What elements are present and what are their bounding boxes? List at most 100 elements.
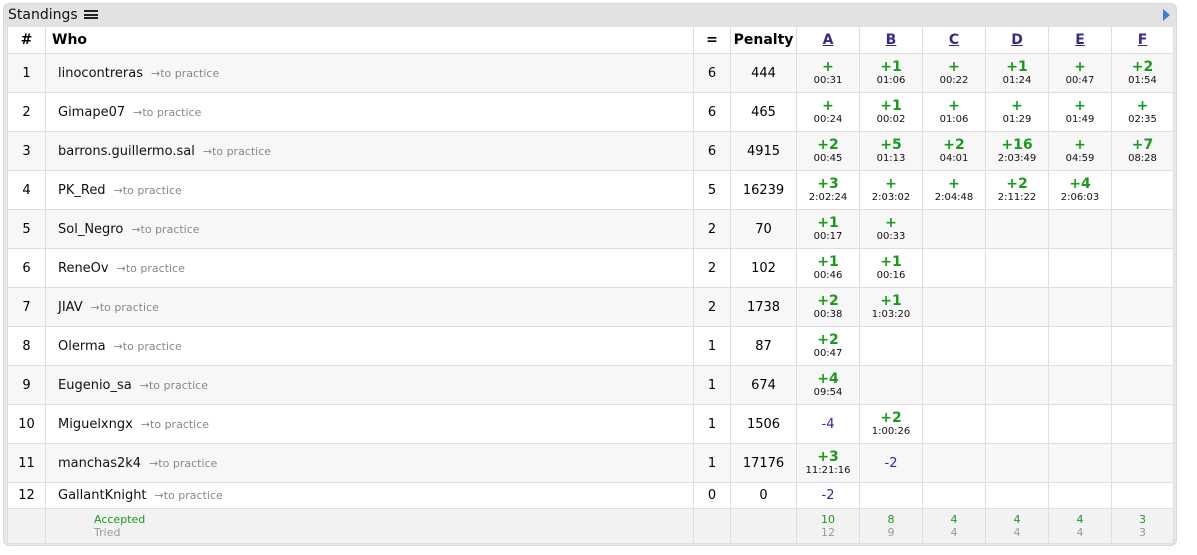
problem-e-link[interactable]: E [1075,32,1085,48]
problem-result-cell[interactable]: +1 00:46 [796,248,860,288]
problem-d-link[interactable]: D [1011,32,1023,48]
rank-cell: 6 [7,248,46,288]
problem-b-link[interactable]: B [886,32,897,48]
problem-result-cell[interactable]: +3 2:02:24 [796,170,860,210]
problem-result-cell[interactable]: +01:06 [922,92,986,132]
problem-result-cell[interactable]: +2 01:54 [1111,53,1174,93]
problem-result-cell [922,404,986,444]
problem-result-cell[interactable]: +00:22 [922,53,986,93]
problem-result-cell[interactable]: +00:47 [1048,53,1112,93]
solved-cell: 2 [693,209,731,249]
result-mark: +1 [880,58,902,75]
participant-name-link[interactable]: Olerma [58,339,106,354]
to-practice-link[interactable]: →to practice [151,67,219,80]
solved-cell: 6 [693,92,731,132]
participant-name-link[interactable]: Eugenio_sa [58,378,132,393]
penalty-cell: 17176 [730,443,797,483]
standings-row: 10 Miguelxngx →to practice 1 1506 -4 +2 1:00:26 [7,404,1174,444]
participant-name-link[interactable]: JIAV [58,300,83,315]
problem-result-cell[interactable]: +4 09:54 [796,365,860,405]
to-practice-link[interactable]: →to practice [131,223,199,236]
to-practice-link[interactable]: →to practice [114,340,182,353]
submit-time: 00:24 [813,113,843,125]
submit-time: 08:28 [1128,152,1157,164]
problem-result-cell[interactable]: +02:35 [1111,92,1174,132]
who-cell: JIAV →to practice [45,287,694,327]
problem-result-cell [1111,365,1174,405]
penalty-cell: 16239 [730,170,797,210]
problem-result-cell[interactable]: +1 1:03:20 [859,287,923,327]
problem-result-cell [922,326,986,366]
problem-result-cell[interactable]: +1 00:16 [859,248,923,288]
problem-result-cell[interactable]: +4 2:06:03 [1048,170,1112,210]
participant-name-link[interactable]: Sol_Negro [58,222,123,237]
to-practice-link[interactable]: →to practice [141,418,209,431]
problem-result-cell [1048,365,1112,405]
participant-name-link[interactable]: GallantKnight [58,488,147,503]
problem-result-cell[interactable]: +7 08:28 [1111,131,1174,171]
problem-result-cell [985,287,1049,327]
problem-result-cell[interactable]: +16 2:03:49 [985,131,1049,171]
problem-result-cell[interactable]: -2 [796,482,860,509]
problem-result-cell [1111,170,1174,210]
problem-result-cell[interactable]: +01:29 [985,92,1049,132]
participant-name-link[interactable]: PK_Red [58,183,106,198]
participant-name-link[interactable]: linocontreras [58,66,143,81]
problem-a-link[interactable]: A [823,32,834,48]
problem-result-cell[interactable]: +2 2:11:22 [985,170,1049,210]
problem-result-cell[interactable]: +2:03:02 [859,170,923,210]
participant-name-link[interactable]: manchas2k4 [58,456,141,471]
to-practice-link[interactable]: →to practice [91,301,159,314]
rank-cell: 8 [7,326,46,366]
problem-result-cell[interactable]: +2:04:48 [922,170,986,210]
problem-result-cell[interactable]: +1 00:17 [796,209,860,249]
penalty-cell: 0 [730,482,797,509]
to-practice-link[interactable]: →to practice [149,457,217,470]
problem-result-cell[interactable]: +3 11:21:16 [796,443,860,483]
problem-result-cell[interactable]: +01:49 [1048,92,1112,132]
to-practice-link[interactable]: →to practice [203,145,271,158]
participant-name-link[interactable]: barrons.guillermo.sal [58,144,195,159]
problem-result-cell[interactable]: +2 00:47 [796,326,860,366]
problem-result-cell [1111,248,1174,288]
result-mark: +2 [817,331,839,348]
expand-arrow-icon[interactable] [1163,9,1170,21]
problem-result-cell[interactable]: +2 00:45 [796,131,860,171]
problem-f-link[interactable]: F [1138,32,1148,48]
participant-name-link[interactable]: Gimape07 [58,105,125,120]
solved-cell: 2 [693,248,731,288]
standings-row: 11 manchas2k4 →to practice 1 17176 +3 11:21:16… [7,443,1174,483]
penalty-cell: 102 [730,248,797,288]
problem-result-cell[interactable]: +2 04:01 [922,131,986,171]
participant-name-link[interactable]: ReneOv [58,261,109,276]
result-mark: +2 [817,292,839,309]
problem-c-link[interactable]: C [949,32,959,48]
solved-cell: 1 [693,326,731,366]
problem-result-cell[interactable]: +1 01:06 [859,53,923,93]
problem-result-cell[interactable]: +5 01:13 [859,131,923,171]
to-practice-link[interactable]: →to practice [140,379,208,392]
problem-result-cell[interactable]: -2 [859,443,923,483]
problem-result-cell[interactable]: +04:59 [1048,131,1112,171]
problem-result-cell [859,326,923,366]
problem-result-cell[interactable]: +2 1:00:26 [859,404,923,444]
problem-result-cell[interactable]: +1 00:02 [859,92,923,132]
to-practice-link[interactable]: →to practice [133,106,201,119]
to-practice-link[interactable]: →to practice [114,184,182,197]
problem-result-cell[interactable]: +00:31 [796,53,860,93]
penalty-cell: 444 [730,53,797,93]
rank-cell: 1 [7,53,46,93]
result-mark: + [948,97,960,114]
submit-time: 1:00:26 [871,425,911,437]
to-practice-link[interactable]: →to practice [117,262,185,275]
to-practice-link[interactable]: →to practice [155,489,223,502]
problem-result-cell[interactable]: +00:33 [859,209,923,249]
participant-name-link[interactable]: Miguelxngx [58,417,133,432]
problem-result-cell[interactable]: +00:24 [796,92,860,132]
accepted-count: 4 [950,513,958,526]
result-mark: +2 [880,409,902,426]
problem-result-cell[interactable]: -4 [796,404,860,444]
problem-result-cell[interactable]: +2 00:38 [796,287,860,327]
problem-result-cell[interactable]: +1 01:24 [985,53,1049,93]
result-mark: + [1136,97,1149,114]
